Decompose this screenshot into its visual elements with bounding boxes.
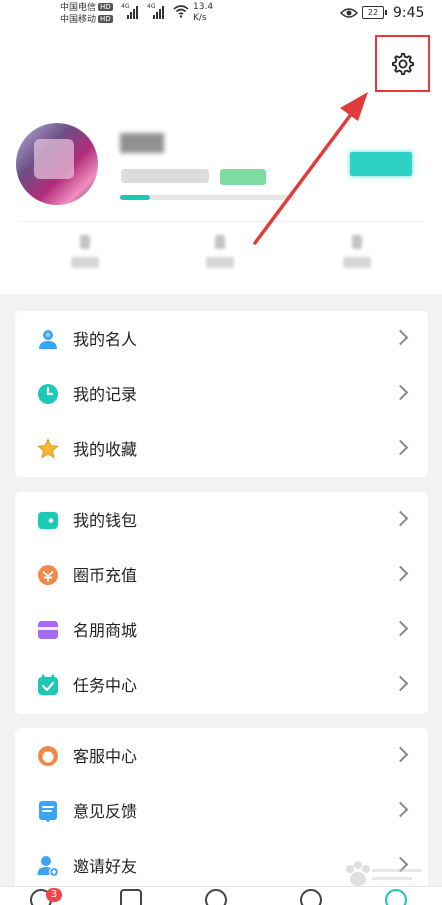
stat-number-blurred: [215, 235, 225, 249]
person-icon: [39, 330, 57, 349]
chevron-right-icon: [392, 620, 409, 637]
menu-label: 客服中心: [73, 747, 138, 766]
carrier-info: 中国电信 HD 中国移动 HD: [60, 2, 113, 26]
eye-icon: [340, 8, 358, 18]
carrier-1: 中国电信: [60, 3, 97, 13]
wallet-icon: [38, 512, 58, 529]
menu-label: 邀请好友: [73, 857, 138, 876]
menu-item-tasks[interactable]: 任务中心: [15, 659, 428, 714]
star-icon: [37, 438, 59, 459]
menu-item-shop[interactable]: 名朋商城: [15, 604, 428, 659]
speed-value: 13.4: [193, 2, 214, 12]
divider: [18, 221, 424, 222]
calendar-check-icon: [38, 674, 58, 695]
menu-label: 我的名人: [73, 330, 138, 349]
chevron-right-icon: [392, 439, 409, 456]
carrier-2: 中国移动: [60, 15, 97, 25]
nav-message-icon[interactable]: [300, 889, 322, 905]
stat-item[interactable]: [337, 235, 377, 268]
menu-item-records[interactable]: 我的记录: [15, 368, 428, 423]
wifi-icon: [173, 5, 189, 18]
level-progress-bar: [120, 195, 295, 200]
stats-row: [0, 235, 442, 285]
stat-item[interactable]: [65, 235, 105, 268]
baidu-watermark-icon: [346, 861, 422, 886]
menu-card-2: 我的钱包 圈币充值 名朋商城 任务中心: [15, 492, 428, 714]
menu-label: 我的收藏: [73, 440, 138, 459]
network-speed: 13.4 K/s: [193, 2, 213, 24]
vip-badge-blurred[interactable]: [350, 152, 412, 176]
shop-icon: [38, 621, 58, 639]
stat-label-blurred: [206, 257, 234, 268]
headset-icon: [38, 746, 58, 766]
settings-button[interactable]: [375, 35, 430, 92]
invite-user-icon: [37, 856, 59, 877]
stat-number-blurred: [80, 235, 90, 249]
hd-badge-1: HD: [98, 3, 113, 11]
menu-label: 任务中心: [73, 676, 138, 695]
nav-discover-icon[interactable]: [120, 889, 142, 905]
signal-icon-2: [153, 5, 164, 19]
menu-item-wallet[interactable]: 我的钱包: [15, 494, 428, 549]
battery-icon: 22: [362, 6, 387, 19]
coin-icon: [38, 565, 58, 585]
stat-label-blurred: [343, 257, 371, 268]
menu-label: 我的钱包: [73, 511, 138, 530]
stat-label-blurred: [71, 257, 99, 268]
stat-number-blurred: [352, 235, 362, 249]
menu-label: 我的记录: [73, 385, 138, 404]
feedback-icon: [39, 801, 57, 822]
menu-item-recharge[interactable]: 圈币充值: [15, 549, 428, 604]
menu-item-favorites[interactable]: 我的收藏: [15, 423, 428, 478]
clock: 9:45: [393, 5, 425, 21]
hd-badge-2: HD: [98, 15, 113, 23]
user-id-blurred: [121, 169, 209, 183]
chevron-right-icon: [392, 384, 409, 401]
notification-badge: 3: [46, 888, 62, 902]
speed-unit: K/s: [193, 13, 207, 23]
status-bar: 中国电信 HD 中国移动 HD 4G 4G 13.4 K/s 22 9:45: [0, 0, 442, 30]
signal-icon: [127, 5, 138, 19]
menu-label: 圈币充值: [73, 566, 138, 585]
menu-label: 名朋商城: [73, 621, 138, 640]
username-blurred: [120, 133, 164, 153]
chevron-right-icon: [392, 565, 409, 582]
menu-item-feedback[interactable]: 意见反馈: [15, 785, 428, 840]
chevron-right-icon: [392, 746, 409, 763]
avatar[interactable]: [16, 123, 98, 205]
menu-label: 意见反馈: [73, 802, 138, 821]
menu-item-customer-service[interactable]: 客服中心: [15, 730, 428, 785]
menu-card-1: 我的名人 我的记录 我的收藏: [15, 311, 428, 477]
user-tag-blurred: [220, 169, 266, 185]
clock-icon: [38, 384, 58, 404]
menu-item-celebrities[interactable]: 我的名人: [15, 313, 428, 368]
chevron-right-icon: [392, 510, 409, 527]
nav-plus-icon[interactable]: [205, 889, 227, 905]
chevron-right-icon: [392, 801, 409, 818]
level-progress-fill: [120, 195, 150, 200]
chevron-right-icon: [392, 329, 409, 346]
stat-item[interactable]: [200, 235, 240, 268]
chevron-right-icon: [392, 675, 409, 692]
gear-icon: [391, 52, 414, 75]
